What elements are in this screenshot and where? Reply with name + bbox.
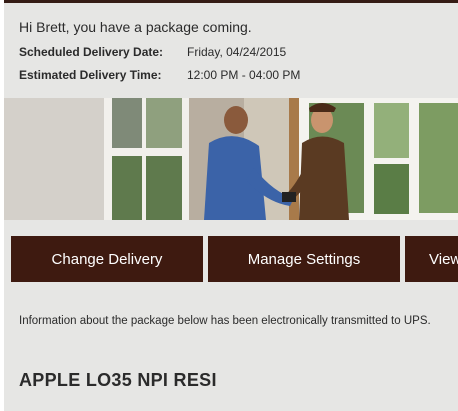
view-button[interactable]: View	[405, 236, 458, 282]
email-frame: Hi Brett, you have a package coming. Sch…	[4, 0, 458, 411]
delivery-photo-illustration	[4, 98, 458, 220]
package-title: APPLE LO35 NPI RESI	[19, 370, 217, 390]
estimated-delivery-label: Estimated Delivery Time:	[19, 68, 162, 82]
scheduled-delivery-label: Scheduled Delivery Date:	[19, 45, 164, 59]
manage-settings-button[interactable]: Manage Settings	[208, 236, 400, 282]
scheduled-delivery-value: Friday, 04/24/2015	[187, 45, 287, 59]
action-buttons: Change Delivery Manage Settings View	[11, 236, 458, 282]
scheduled-delivery-row: Scheduled Delivery Date: Friday, 04/24/20…	[19, 45, 286, 59]
hero-image	[4, 98, 458, 220]
top-border	[4, 0, 458, 3]
change-delivery-button[interactable]: Change Delivery	[11, 236, 203, 282]
estimated-delivery-row: Estimated Delivery Time: 12:00 PM - 04:00…	[19, 68, 300, 82]
greeting-text: Hi Brett, you have a package coming.	[19, 19, 252, 35]
estimated-delivery-value: 12:00 PM - 04:00 PM	[187, 68, 301, 82]
transmission-info-text: Information about the package below has …	[19, 315, 431, 327]
